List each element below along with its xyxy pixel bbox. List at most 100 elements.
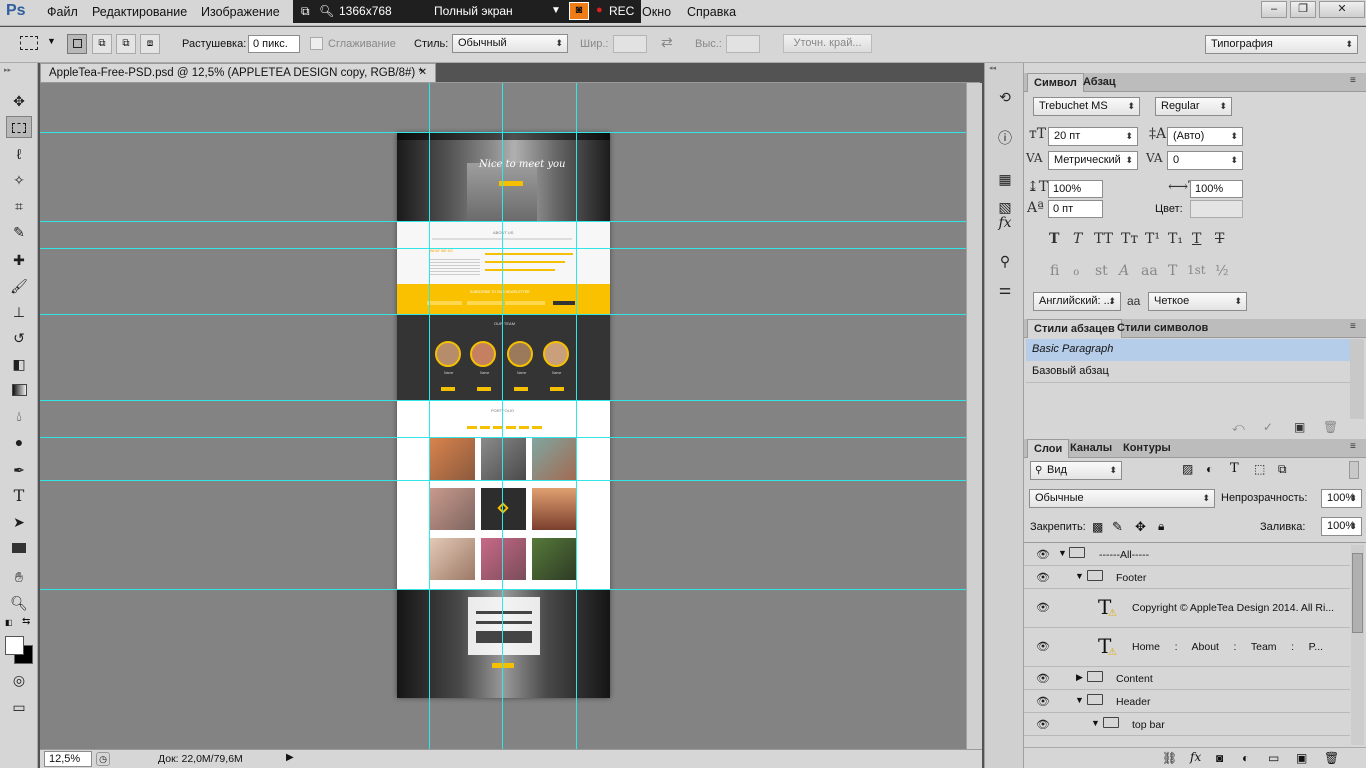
- styles-fx-icon[interactable]: fx: [992, 211, 1018, 235]
- workspace-select[interactable]: Типография: [1205, 35, 1358, 54]
- tracking-select[interactable]: 0: [1167, 151, 1243, 170]
- shape-filter-icon[interactable]: ⬚: [1254, 462, 1265, 476]
- vertical-scale-input[interactable]: 100%: [1048, 180, 1103, 198]
- hand-tool-icon[interactable]: ✋︎: [6, 566, 32, 588]
- small-caps-button[interactable]: Tт: [1121, 231, 1138, 247]
- chevron-down-icon[interactable]: ▼: [1091, 718, 1100, 728]
- menu-file[interactable]: Файл: [47, 5, 78, 19]
- tab-paragraph-styles[interactable]: Стили абзацев: [1027, 319, 1122, 338]
- lock-all-icon[interactable]: 🔒︎: [1158, 519, 1164, 534]
- healing-brush-icon[interactable]: ✚: [6, 249, 32, 271]
- collapse-icon[interactable]: ◂◂: [989, 64, 996, 72]
- dodge-tool-icon[interactable]: ●: [6, 431, 32, 453]
- eye-icon[interactable]: 👁︎: [1036, 548, 1050, 561]
- marquee-preset-icon[interactable]: [20, 36, 38, 50]
- eye-icon[interactable]: 👁︎: [1036, 718, 1050, 731]
- text-color-swatch[interactable]: [1190, 200, 1243, 218]
- adjustment-filter-icon[interactable]: ◐: [1206, 462, 1213, 476]
- new-selection-button[interactable]: [67, 34, 87, 54]
- superscript-button[interactable]: T¹: [1145, 231, 1160, 247]
- strikethrough-button[interactable]: T: [1215, 231, 1224, 247]
- minimize-button[interactable]: –: [1261, 1, 1287, 18]
- feather-input[interactable]: 0 пикс.: [248, 35, 300, 53]
- fractions-button[interactable]: ½: [1215, 263, 1229, 279]
- menu-image[interactable]: Изображение: [201, 5, 280, 19]
- tab-character-styles[interactable]: Стили символов: [1111, 319, 1214, 338]
- opacity-input[interactable]: 100%: [1321, 489, 1362, 508]
- ligatures-button[interactable]: fi: [1050, 263, 1059, 279]
- height-input[interactable]: [726, 35, 760, 53]
- swap-icon[interactable]: ⇄: [661, 34, 673, 51]
- recorder-mode[interactable]: Полный экран: [434, 4, 513, 18]
- menu-help[interactable]: Справка: [687, 5, 736, 19]
- zoom-field[interactable]: 12,5%: [44, 751, 92, 767]
- pixel-filter-icon[interactable]: ▨: [1182, 462, 1193, 476]
- lock-transparency-icon[interactable]: ▩: [1092, 520, 1103, 534]
- collapse-icon[interactable]: ▸▸: [4, 66, 11, 74]
- language-select[interactable]: Английский: ...: [1033, 292, 1121, 311]
- paragraph-style-item[interactable]: Базовый абзац: [1026, 361, 1350, 383]
- width-input[interactable]: [613, 35, 647, 53]
- font-style-select[interactable]: Regular: [1155, 97, 1232, 116]
- menu-window[interactable]: Окно: [642, 5, 671, 19]
- add-selection-button[interactable]: ⧉: [92, 34, 112, 54]
- layer-row[interactable]: 👁︎ ▼ Footer: [1024, 566, 1350, 589]
- layers-scrollbar[interactable]: [1351, 545, 1364, 745]
- delete-layer-icon[interactable]: 🗑︎: [1324, 751, 1339, 765]
- layer-style-fx-icon[interactable]: fx: [1190, 750, 1201, 764]
- font-size-select[interactable]: 20 пт: [1048, 127, 1138, 146]
- layer-filter-select[interactable]: ⚲ Вид: [1030, 461, 1122, 480]
- filter-toggle[interactable]: [1349, 461, 1359, 479]
- antialias-checkbox[interactable]: [310, 37, 323, 50]
- camera-icon[interactable]: ◙: [569, 2, 589, 20]
- zoom-tool-icon[interactable]: 🔍︎: [6, 592, 32, 614]
- lasso-tool-icon[interactable]: ℓ: [6, 143, 32, 165]
- close-icon[interactable]: ✕: [419, 64, 427, 82]
- chevron-down-icon[interactable]: ▼: [551, 5, 561, 16]
- magic-wand-icon[interactable]: ✧: [6, 169, 32, 191]
- vertical-scrollbar[interactable]: [966, 83, 982, 749]
- marquee-tool-icon[interactable]: [6, 116, 32, 138]
- move-tool-icon[interactable]: ✥: [6, 90, 32, 112]
- smart-object-filter-icon[interactable]: ⧉: [1278, 462, 1287, 477]
- chevron-down-icon[interactable]: ▼: [47, 36, 56, 46]
- refine-edge-button[interactable]: Уточн. край...: [783, 34, 872, 53]
- redefine-style-icon[interactable]: ✓: [1263, 420, 1273, 434]
- brush-tool-icon[interactable]: 🖌︎: [6, 275, 32, 297]
- document-tab[interactable]: AppleTea-Free-PSD.psd @ 12,5% (APPLETEA …: [40, 63, 436, 83]
- link-layers-icon[interactable]: ⛓︎: [1162, 751, 1177, 765]
- brush-presets-icon[interactable]: ⚲: [992, 249, 1018, 273]
- tab-paragraph[interactable]: Абзац: [1077, 73, 1122, 92]
- screen-mode-icon[interactable]: ▭: [6, 696, 32, 718]
- new-layer-icon[interactable]: ▣: [1296, 751, 1307, 765]
- stylistic-alternates-button[interactable]: aa: [1141, 263, 1158, 279]
- status-menu-arrow-icon[interactable]: ▶: [286, 752, 294, 763]
- window-icon[interactable]: ⧉: [301, 4, 310, 19]
- recorder-rec-label[interactable]: REC: [609, 4, 634, 18]
- new-style-icon[interactable]: ▣: [1294, 420, 1305, 434]
- chevron-down-icon[interactable]: ▼: [1058, 548, 1067, 558]
- paragraph-style-item[interactable]: Basic Paragraph: [1026, 339, 1350, 361]
- layer-row[interactable]: 👁︎ T ⚠ Home : About : Team : P...: [1024, 628, 1350, 667]
- faux-italic-button[interactable]: T: [1073, 231, 1082, 247]
- new-group-icon[interactable]: ▭: [1268, 751, 1279, 765]
- ordinals-button[interactable]: 1st: [1187, 263, 1206, 277]
- layer-row[interactable]: 👁︎ ▼ top bar: [1024, 713, 1350, 736]
- chevron-right-icon[interactable]: ▶: [1076, 672, 1083, 683]
- font-family-select[interactable]: Trebuchet MS: [1033, 97, 1140, 116]
- foreground-color-swatch[interactable]: [5, 636, 24, 655]
- eye-icon[interactable]: 👁︎: [1036, 695, 1050, 708]
- type-tool-icon[interactable]: T: [6, 485, 32, 507]
- subtract-selection-button[interactable]: ⧉: [116, 34, 136, 54]
- lock-pixels-icon[interactable]: ✎: [1112, 519, 1123, 535]
- layer-row[interactable]: 👁︎ T ⚠ Copyright © AppleTea Design 2014.…: [1024, 589, 1350, 628]
- fill-input[interactable]: 100%: [1321, 517, 1362, 536]
- restore-button[interactable]: ❐: [1290, 1, 1316, 18]
- underline-button[interactable]: T: [1192, 231, 1201, 247]
- swap-colors-icon[interactable]: ⇆: [22, 616, 30, 627]
- titling-button[interactable]: T: [1168, 263, 1177, 279]
- styles-scrollbar[interactable]: [1350, 339, 1364, 419]
- tab-channels[interactable]: Каналы: [1064, 439, 1118, 458]
- pen-tool-icon[interactable]: ✒: [6, 459, 32, 481]
- quick-mask-icon[interactable]: ◎: [6, 669, 32, 691]
